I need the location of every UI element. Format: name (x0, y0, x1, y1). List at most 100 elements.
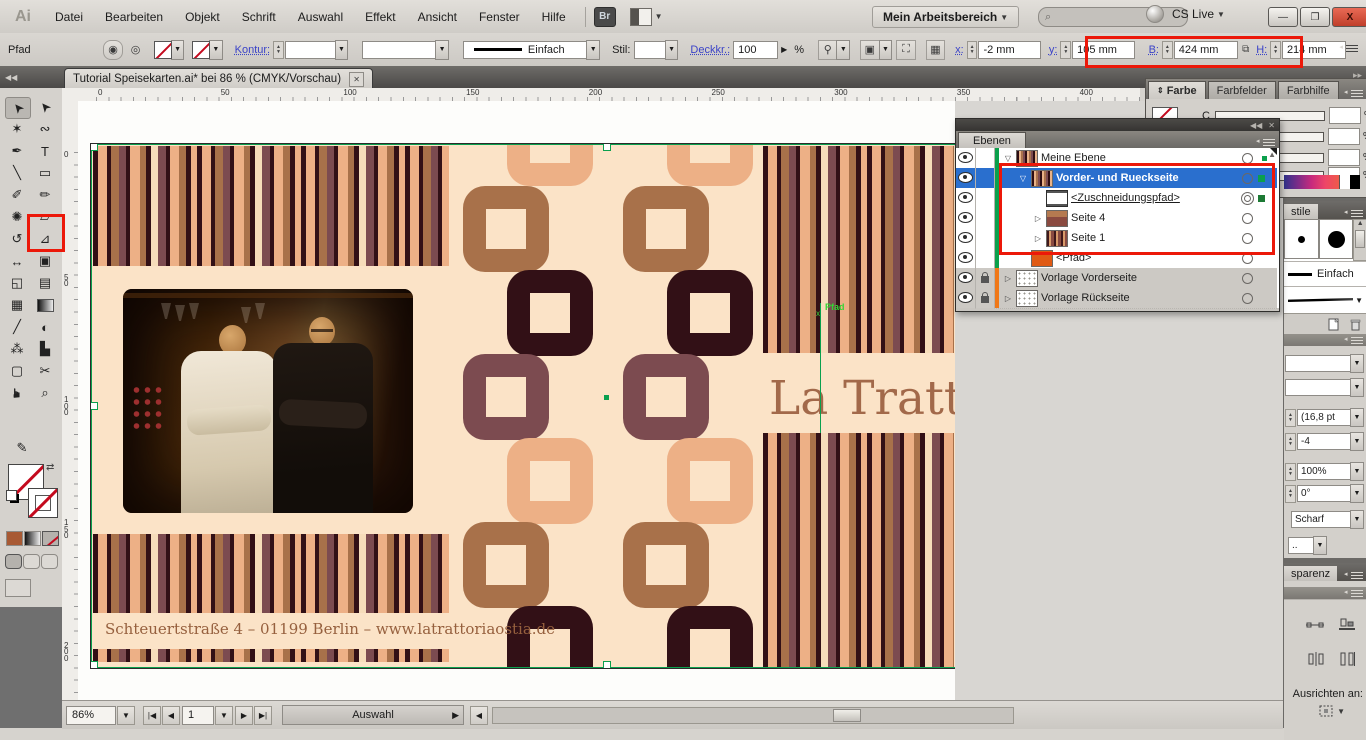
distribute-left-icon[interactable] (1306, 619, 1324, 634)
x-field[interactable]: -2 mm (978, 41, 1040, 59)
menu-effekt[interactable]: Effekt (354, 6, 406, 28)
stroke-dropdown[interactable]: ▼ (209, 40, 223, 60)
distribute-bottom-icon[interactable] (1339, 618, 1355, 634)
lock-icon[interactable] (981, 296, 989, 303)
selection-handle[interactable] (90, 143, 98, 151)
y-link[interactable]: y: (1049, 44, 1058, 56)
eye-icon[interactable] (958, 272, 973, 283)
rectangle-tool-icon[interactable]: ▭ (33, 163, 57, 183)
menu-datei[interactable]: Datei (44, 6, 94, 28)
layer-row-3[interactable]: <Zuschneidungspfad> (956, 188, 1277, 209)
eye-icon[interactable] (958, 292, 973, 303)
mesh-tool-icon[interactable]: ▦ (5, 295, 29, 315)
transparency-panel-menu-icon[interactable] (1351, 572, 1363, 581)
arrange-documents-icon[interactable] (630, 8, 652, 26)
target-circle-icon[interactable] (1242, 273, 1253, 284)
x-stepper[interactable]: ▲▼ (967, 41, 978, 59)
opacity-expand-arrow[interactable]: ▶ (781, 45, 787, 54)
recolor-icon[interactable]: ⛶ (896, 40, 915, 60)
tracking-dropdown[interactable]: ▼ (1350, 432, 1364, 451)
brush-item-einfach[interactable]: Einfach (1284, 261, 1366, 286)
language-dropdown[interactable]: ▼ (1313, 536, 1327, 555)
tab-farbfelder[interactable]: Farbfelder (1208, 81, 1276, 99)
menu-auswahl[interactable]: Auswahl (287, 6, 354, 28)
y-stepper[interactable]: ▲▼ (1060, 41, 1071, 59)
spectrum-gradient[interactable] (1284, 175, 1339, 189)
layer-label[interactable]: Seite 1 (1071, 232, 1105, 244)
eye-icon[interactable] (958, 232, 973, 243)
artboard-number-dropdown[interactable]: ▼ (215, 706, 233, 725)
menu-schrift[interactable]: Schrift (231, 6, 287, 28)
antialias-field[interactable]: Scharf (1291, 511, 1351, 528)
trash-icon[interactable] (1350, 318, 1361, 331)
font-style-dropdown[interactable]: ▼ (1350, 378, 1364, 397)
disclosure-triangle[interactable]: ▷ (1003, 274, 1013, 283)
select-similar-dropdown[interactable]: ▼ (836, 40, 850, 60)
spectrum-black[interactable] (1350, 175, 1360, 189)
layer-row-8[interactable]: ▷Vorlage Rückseite (956, 288, 1277, 309)
layer-label[interactable]: Vorlage Rückseite (1041, 292, 1130, 304)
symbol-sprayer-tool-icon[interactable]: ⁂ (5, 339, 29, 359)
menu-objekt[interactable]: Objekt (174, 6, 231, 28)
distribute-vspace-icon[interactable] (1339, 652, 1355, 669)
leading-dropdown[interactable]: ▼ (1350, 408, 1364, 427)
brush-definition-field[interactable] (362, 41, 436, 59)
panel-close-icon[interactable]: ✕ (1268, 121, 1275, 130)
target-circle-icon[interactable] (1242, 233, 1253, 244)
maximize-button[interactable]: ❐ (1300, 7, 1330, 27)
brush-item-charcoal[interactable]: ▼ (1284, 286, 1366, 313)
paintbrush-tool-icon[interactable]: ✐ (5, 185, 29, 205)
select-similar-icon[interactable]: ⚲ (818, 40, 837, 60)
draw-normal-mode-button[interactable] (5, 554, 22, 569)
layers-panel-window[interactable]: ◀◀ ✕ Ebenen ▽Meine Ebene▲▽Vorder- und Ru… (955, 118, 1280, 312)
tab-ebenen[interactable]: Ebenen (958, 132, 1026, 148)
eyedropper-tool-icon[interactable]: ╱ (5, 317, 29, 337)
selection-tool-icon[interactable]: ➤ (5, 97, 31, 119)
next-artboard-button[interactable]: ▶ (235, 706, 253, 725)
layer-label[interactable]: Meine Ebene (1041, 152, 1106, 164)
default-fill-stroke-icon[interactable] (6, 490, 17, 501)
color-spectrum-bar[interactable] (1284, 175, 1360, 189)
artboard-number-field[interactable]: 1 (182, 706, 214, 725)
lock-icon[interactable] (981, 276, 989, 283)
prev-artboard-button[interactable]: ◀ (162, 706, 180, 725)
isolate-icon[interactable]: ▣ (860, 40, 879, 60)
zoom-dropdown[interactable]: ▼ (117, 706, 135, 725)
fill-dropdown[interactable]: ▼ (171, 40, 185, 60)
document-tab[interactable]: Tutorial Speisekarten.ai* bei 86 % (CMYK… (64, 68, 373, 89)
layer-row-2[interactable]: ▽Vorder- und Rueckseite (956, 168, 1277, 188)
target-circle-icon[interactable] (1242, 213, 1253, 224)
brush-item-large-dot[interactable] (1319, 219, 1354, 259)
layer-label[interactable]: <Pfad> (1056, 252, 1091, 264)
status-display[interactable]: Auswahl ▶ (282, 705, 464, 725)
minimize-button[interactable]: — (1268, 7, 1298, 27)
gradient-tool-icon[interactable] (33, 295, 57, 315)
tab-stile[interactable]: stile (1284, 204, 1318, 219)
tracking-stepper[interactable]: ▲▼ (1285, 433, 1296, 451)
panel-collapse-icon[interactable]: ◀◀ (1250, 121, 1262, 130)
rotate-tool-icon[interactable]: ↺ (5, 229, 29, 249)
selection-handle[interactable] (603, 143, 611, 151)
gradient-button[interactable] (24, 531, 41, 546)
hand-tool-icon[interactable]: ☛ (5, 383, 29, 403)
free-transform-tool-icon[interactable]: ▣ (33, 251, 57, 271)
style-dropdown[interactable]: ▼ (665, 40, 679, 60)
restaurant-photo[interactable] (123, 289, 413, 513)
channel-c-field[interactable] (1329, 107, 1361, 124)
h-link[interactable]: H: (1256, 44, 1267, 56)
fill-swatch-none[interactable] (154, 41, 172, 59)
scrollbar-thumb[interactable] (1355, 230, 1365, 248)
magic-wand-tool-icon[interactable]: ✶ (5, 119, 29, 139)
scroll-down-icon[interactable]: ▼ (1355, 296, 1363, 305)
b-stepper[interactable]: ▲▼ (1162, 41, 1173, 59)
menu-fenster[interactable]: Fenster (468, 6, 531, 28)
font-family-field[interactable] (1285, 355, 1351, 372)
swap-fill-stroke-icon[interactable]: ⇄ (46, 462, 54, 473)
layer-label[interactable]: Vorlage Vorderseite (1041, 272, 1137, 284)
stroke-swatch-none[interactable] (192, 41, 210, 59)
new-brush-icon[interactable] (1328, 318, 1340, 331)
selection-handle[interactable] (90, 661, 98, 669)
eraser-tool-icon[interactable]: ▱ (33, 207, 57, 227)
font-family-dropdown[interactable]: ▼ (1350, 354, 1364, 373)
selection-handle[interactable] (603, 661, 611, 669)
